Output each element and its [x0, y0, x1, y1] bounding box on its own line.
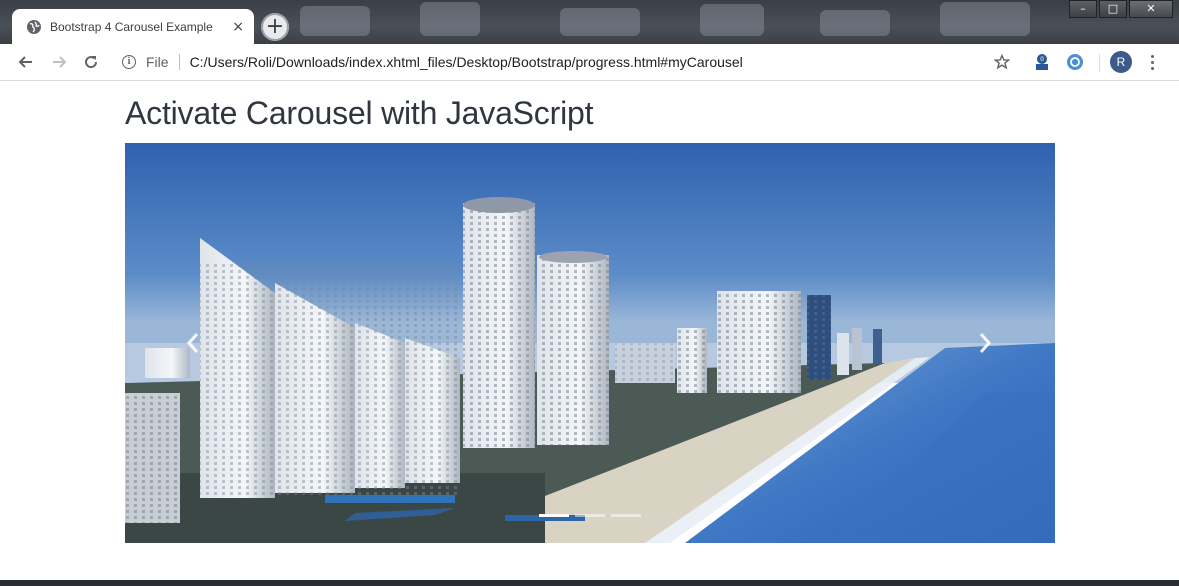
maximize-button[interactable]: □ [1099, 0, 1127, 18]
carousel-indicators [539, 514, 641, 517]
arrow-right-icon [53, 56, 67, 68]
reload-icon [85, 56, 98, 69]
window-bottom-edge [0, 580, 1179, 586]
browser-tab[interactable]: Bootstrap 4 Carousel Example × [12, 9, 254, 44]
minimize-button[interactable]: – [1069, 0, 1097, 18]
globe-icon [27, 19, 41, 34]
carousel-slide-image [125, 143, 1055, 543]
close-window-button[interactable]: ✕ [1129, 0, 1173, 18]
carousel-prev-button[interactable] [173, 325, 213, 361]
carousel-indicator-1[interactable] [539, 514, 569, 517]
carousel-indicator-3[interactable] [611, 514, 641, 517]
window-controls: – □ ✕ [1069, 0, 1173, 18]
grammarly-button[interactable] [1064, 51, 1086, 73]
toolbar-divider [1099, 54, 1100, 72]
carousel-indicator-2[interactable] [575, 514, 605, 517]
carousel-next-button[interactable] [965, 325, 1005, 361]
reload-button[interactable] [79, 50, 103, 74]
browser-toolbar: i File C:/Users/Roli/Downloads/index.xht… [0, 44, 1179, 81]
address-bar[interactable]: i File C:/Users/Roli/Downloads/index.xht… [114, 48, 1020, 76]
back-button[interactable] [14, 50, 38, 74]
omnibox-divider [178, 54, 180, 70]
scheme-label: File [146, 54, 169, 70]
tab-title: Bootstrap 4 Carousel Example [50, 19, 213, 34]
new-tab-button[interactable]: + [261, 13, 289, 41]
bookmark-button[interactable] [990, 50, 1014, 74]
tab-close-icon[interactable]: × [232, 20, 244, 34]
page-title: Activate Carousel with JavaScript [125, 95, 594, 131]
info-icon[interactable]: i [122, 55, 136, 69]
extension-button[interactable]: 0 [1031, 51, 1053, 73]
extension-badge-icon: 0 [1036, 54, 1048, 70]
web-page: Activate Carousel with JavaScript [0, 81, 1179, 586]
carousel[interactable] [125, 143, 1055, 543]
forward-button[interactable] [47, 50, 71, 74]
grammarly-icon [1067, 54, 1083, 70]
url-text[interactable]: C:/Users/Roli/Downloads/index.xhtml_file… [190, 54, 743, 70]
arrow-left-icon [18, 56, 32, 68]
chevron-right-icon [979, 333, 992, 353]
profile-avatar[interactable]: R [1110, 51, 1132, 73]
chevron-left-icon [186, 333, 199, 353]
star-icon [994, 54, 1010, 70]
more-menu-icon[interactable] [1144, 51, 1160, 73]
svg-text:0: 0 [1040, 56, 1044, 63]
